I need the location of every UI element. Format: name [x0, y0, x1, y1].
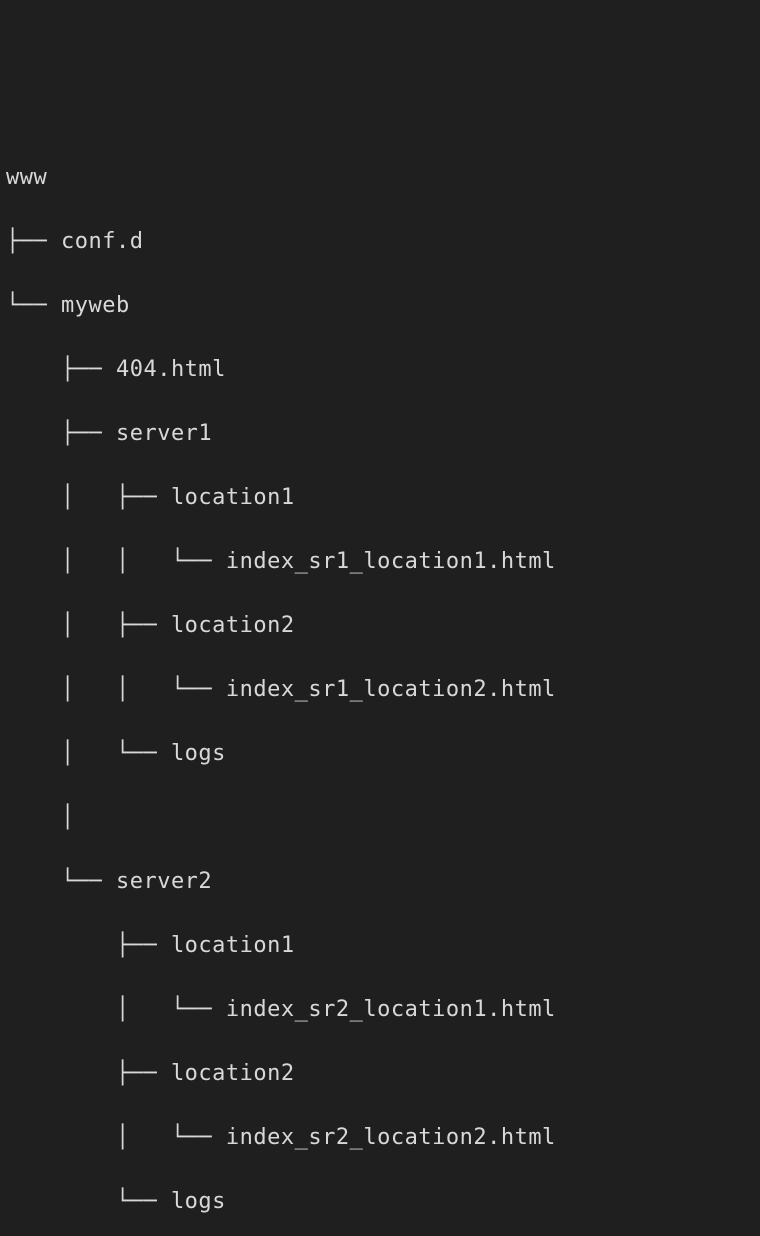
tree-node-file: │ │ └── index_sr1_location2.html	[6, 674, 754, 706]
tree-node-file: │ │ └── index_sr1_location1.html	[6, 546, 754, 578]
tree-node-dir: └── logs	[6, 1186, 754, 1218]
tree-node-dir: │ └── logs	[6, 738, 754, 770]
tree-node-dir: ├── server1	[6, 418, 754, 450]
tree-node-dir: └── myweb	[6, 290, 754, 322]
tree-node-dir: │ ├── location2	[6, 610, 754, 642]
tree-node-file: │ └── index_sr2_location1.html	[6, 994, 754, 1026]
tree-node-dir: ├── conf.d	[6, 226, 754, 258]
tree-node-blank-branch: │	[6, 802, 754, 834]
tree-node-root: www	[6, 162, 754, 194]
tree-node-dir: └── server2	[6, 866, 754, 898]
tree-node-dir: │ ├── location1	[6, 482, 754, 514]
directory-tree: www ├── conf.d └── myweb ├── 404.html ├─…	[6, 130, 754, 1236]
tree-node-dir: ├── location2	[6, 1058, 754, 1090]
tree-node-dir: ├── location1	[6, 930, 754, 962]
tree-node-file: │ └── index_sr2_location2.html	[6, 1122, 754, 1154]
tree-node-file: ├── 404.html	[6, 354, 754, 386]
